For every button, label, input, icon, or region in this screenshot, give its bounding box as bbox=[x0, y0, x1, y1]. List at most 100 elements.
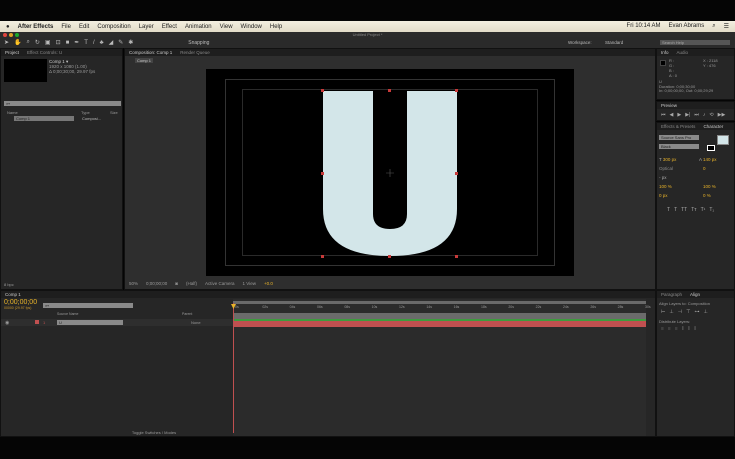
last-frame-icon[interactable]: ⏭ bbox=[694, 112, 699, 118]
align-hcenter-icon[interactable]: ⊥ bbox=[669, 309, 673, 315]
label-color[interactable] bbox=[35, 320, 39, 324]
tab-align[interactable]: Align bbox=[690, 292, 700, 297]
menu-window[interactable]: Window bbox=[241, 24, 262, 30]
stroke-width-value[interactable]: - px bbox=[659, 175, 667, 180]
superscript-icon[interactable]: T¹ bbox=[701, 207, 706, 213]
pen-tool-icon[interactable]: ✒ bbox=[74, 39, 79, 46]
hand-tool-icon[interactable]: ✋ bbox=[14, 39, 21, 46]
layer-row[interactable]: ◉ 1 U None bbox=[1, 319, 233, 326]
tab-character[interactable]: Character bbox=[703, 124, 723, 129]
camera-icon[interactable]: ◙ bbox=[175, 281, 178, 286]
leading-value[interactable]: 140 px bbox=[703, 157, 717, 162]
layer-duration-bar[interactable] bbox=[233, 321, 646, 327]
align-vcenter-icon[interactable]: ⊶ bbox=[694, 309, 699, 315]
tab-paragraph[interactable]: Paragraph bbox=[661, 292, 682, 297]
pan-tool-icon[interactable]: ⊡ bbox=[56, 39, 61, 46]
minimize-icon[interactable] bbox=[9, 32, 13, 37]
align-to-select[interactable]: Composition bbox=[688, 301, 710, 306]
roto-tool-icon[interactable]: ✎ bbox=[118, 39, 123, 46]
play-icon[interactable]: ▶ bbox=[677, 112, 681, 118]
timeline-timecode[interactable]: 0;00;00;00 bbox=[4, 299, 37, 306]
visibility-icon[interactable]: ◉ bbox=[5, 320, 9, 326]
kerning-select[interactable]: Optical bbox=[659, 166, 673, 171]
col-parent[interactable]: Parent bbox=[182, 312, 192, 316]
stroke-color-swatch[interactable] bbox=[707, 145, 715, 151]
user-name[interactable]: Evan Abrams bbox=[669, 23, 705, 30]
layer-name[interactable]: U bbox=[57, 320, 123, 325]
tab-effects-presets[interactable]: Effects & Presets bbox=[661, 124, 695, 129]
apple-icon[interactable]: ● bbox=[6, 24, 10, 30]
menu-file[interactable]: File bbox=[61, 24, 71, 30]
distribute-hcenter-icon[interactable]: ⫴ bbox=[688, 326, 690, 332]
loop-icon[interactable]: ⟲ bbox=[709, 112, 713, 118]
menu-composition[interactable]: Composition bbox=[97, 24, 130, 30]
subscript-icon[interactable]: T₁ bbox=[709, 207, 714, 213]
puppet-tool-icon[interactable]: ✱ bbox=[128, 39, 133, 46]
comp-subtab[interactable]: Comp 1 bbox=[135, 58, 154, 63]
horizontal-scale-value[interactable]: 100 % bbox=[703, 182, 716, 191]
menu-view[interactable]: View bbox=[220, 24, 233, 30]
ram-preview-icon[interactable]: ▶▶ bbox=[718, 112, 726, 118]
align-right-icon[interactable]: ⊣ bbox=[678, 309, 682, 315]
font-style-select[interactable]: Black bbox=[659, 144, 699, 149]
clock[interactable]: Fri 10:14 AM bbox=[627, 23, 661, 30]
zoom-tool-icon[interactable]: ⌕ bbox=[27, 39, 30, 46]
prev-frame-icon[interactable]: ◀ bbox=[670, 112, 674, 118]
rotate-tool-icon[interactable]: ↻ bbox=[35, 39, 40, 46]
tab-effect-controls[interactable]: Effect Controls: U bbox=[27, 50, 62, 55]
align-bottom-icon[interactable]: ⊥ bbox=[703, 309, 707, 315]
exposure-value[interactable]: +0.0 bbox=[264, 281, 273, 286]
distribute-right-icon[interactable]: ⫴ bbox=[694, 326, 696, 332]
clone-tool-icon[interactable]: ♣ bbox=[100, 40, 104, 46]
distribute-left-icon[interactable]: ⫴ bbox=[682, 326, 684, 332]
all-caps-icon[interactable]: TT bbox=[681, 207, 687, 213]
timeline-graph[interactable]: 0s 02s 04s 06s 08s 10s 12s 14s 16s 18s 20s 22s 24s 26… bbox=[231, 299, 651, 436]
views-select[interactable]: 1 View bbox=[243, 281, 256, 286]
align-top-icon[interactable]: ⊤ bbox=[686, 309, 690, 315]
resolution-select[interactable]: (Half) bbox=[186, 281, 197, 286]
mask-tool-icon[interactable]: ■ bbox=[66, 40, 70, 46]
audio-icon[interactable]: ♪ bbox=[703, 112, 706, 118]
fill-color-swatch[interactable] bbox=[717, 135, 729, 145]
search-help-input[interactable]: Search Help bbox=[660, 40, 730, 45]
font-family-select[interactable]: Source Sans Pro bbox=[659, 135, 699, 140]
workspace-select[interactable]: Standard bbox=[605, 40, 623, 45]
current-time[interactable]: 0;00;00;00 bbox=[146, 281, 167, 286]
tab-comp-timeline[interactable]: Comp 1 bbox=[5, 292, 21, 297]
col-source-name[interactable]: Source Name bbox=[57, 312, 78, 316]
tab-preview[interactable]: Preview bbox=[661, 103, 677, 108]
col-size[interactable]: Size bbox=[110, 110, 118, 115]
eraser-tool-icon[interactable]: ◢ bbox=[109, 39, 114, 46]
camera-select[interactable]: Active Camera bbox=[205, 281, 235, 286]
tsume-value[interactable]: 0 % bbox=[703, 191, 711, 200]
first-frame-icon[interactable]: ⏮ bbox=[661, 112, 666, 118]
project-search[interactable]: ⌕▾ bbox=[4, 101, 121, 106]
tab-info[interactable]: Info bbox=[661, 50, 669, 55]
bpc-label[interactable]: 8 bpc bbox=[4, 282, 14, 287]
close-icon[interactable] bbox=[3, 32, 7, 37]
menu-app[interactable]: After Effects bbox=[18, 24, 54, 30]
snapping-label[interactable]: Snapping bbox=[188, 40, 209, 46]
col-name[interactable]: Name bbox=[7, 110, 18, 115]
distribute-vcenter-icon[interactable]: ≡ bbox=[668, 326, 671, 332]
zoom-select[interactable]: 50% bbox=[129, 281, 138, 286]
tab-audio[interactable]: Audio bbox=[677, 50, 689, 55]
camera-tool-icon[interactable]: ▣ bbox=[45, 39, 51, 46]
list-icon[interactable]: ☰ bbox=[724, 23, 729, 30]
parent-select[interactable]: None bbox=[191, 320, 201, 325]
col-type[interactable]: Type bbox=[81, 110, 90, 115]
project-item[interactable]: Comp 1 Composi... bbox=[4, 116, 121, 122]
time-ruler[interactable]: 0s 02s 04s 06s 08s 10s 12s 14s 16s 18s 20s 22s 24s 26… bbox=[233, 305, 651, 313]
menu-edit[interactable]: Edit bbox=[79, 24, 89, 30]
type-tool-icon[interactable]: T bbox=[84, 40, 88, 46]
selection-tool-icon[interactable]: ➤ bbox=[4, 39, 9, 46]
menu-help[interactable]: Help bbox=[270, 24, 282, 30]
tab-composition[interactable]: Composition: Comp 1 bbox=[129, 50, 172, 55]
font-size-value[interactable]: 300 px bbox=[663, 157, 677, 162]
toggle-switches-modes[interactable]: Toggle Switches / Modes bbox=[1, 430, 657, 435]
faux-italic-icon[interactable]: T bbox=[674, 207, 677, 213]
baseline-shift-value[interactable]: 0 px bbox=[659, 193, 668, 198]
letter-layer[interactable] bbox=[206, 69, 574, 276]
distribute-bottom-icon[interactable]: ≡ bbox=[675, 326, 678, 332]
faux-bold-icon[interactable]: T bbox=[667, 207, 670, 213]
